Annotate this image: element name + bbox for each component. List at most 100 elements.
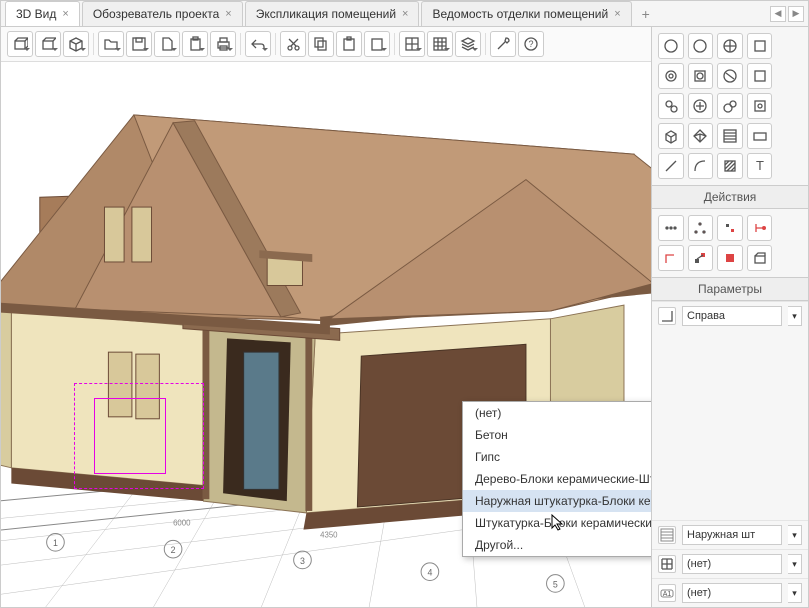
param-top: Справа ▾ (652, 301, 808, 330)
svg-text:T: T (756, 158, 764, 173)
tb-wrench[interactable] (490, 31, 516, 57)
actions-palette (652, 209, 808, 277)
svg-text:6000: 6000 (173, 519, 191, 528)
act-8[interactable] (747, 245, 773, 271)
svg-text:?: ? (528, 39, 533, 49)
tb-save[interactable] (126, 31, 152, 57)
tool-slab[interactable] (747, 123, 773, 149)
material-icon (658, 526, 676, 544)
tool-mat-7[interactable] (717, 63, 743, 89)
tool-mat-4[interactable] (747, 33, 773, 59)
tool-hatch[interactable] (717, 153, 743, 179)
tb-paste2[interactable] (364, 31, 390, 57)
param-material: Наружная шт ▾ (652, 520, 808, 549)
main-toolbar: ? (1, 27, 651, 62)
act-2[interactable] (688, 215, 714, 241)
tab-3d-view[interactable]: 3D Вид× (5, 1, 80, 26)
tab-scroll-right[interactable]: ▶ (788, 6, 804, 22)
param-grid-select[interactable]: (нет) (682, 554, 782, 574)
tool-text[interactable]: T (747, 153, 773, 179)
tb-grid2[interactable] (427, 31, 453, 57)
tool-mat-11[interactable] (717, 93, 743, 119)
tool-arc[interactable] (688, 153, 714, 179)
tool-mat-8[interactable] (747, 63, 773, 89)
tb-cube2[interactable] (63, 31, 89, 57)
viewport-3d[interactable]: 1 2 3 4 5 6000 4350 (1, 62, 651, 607)
dropdown-icon[interactable]: ▾ (788, 583, 802, 603)
tool-mat-9[interactable] (658, 93, 684, 119)
main-area: ? 1 2 3 4 5 (1, 27, 808, 607)
tb-undo[interactable] (245, 31, 271, 57)
orientation-icon (658, 307, 676, 325)
ctx-item-wood-blocks[interactable]: Дерево-Блоки керамические-Штукатурка (463, 468, 651, 490)
tab-room-finishing[interactable]: Ведомость отделки помещений × (421, 1, 631, 26)
tab-room-explication[interactable]: Экспликация помещений × (245, 1, 420, 26)
tb-help[interactable]: ? (518, 31, 544, 57)
tb-grid1[interactable] (399, 31, 425, 57)
tab-label: Экспликация помещений (256, 7, 396, 21)
svg-text:4350: 4350 (320, 530, 338, 539)
tab-label: Ведомость отделки помещений (432, 7, 608, 21)
tool-mat-12[interactable] (747, 93, 773, 119)
side-panel: T Действия Параметры Справа ▾ (652, 27, 808, 607)
tb-open[interactable] (98, 31, 124, 57)
ctx-item-concrete[interactable]: Бетон (463, 424, 651, 446)
section-params-header: Параметры (652, 277, 808, 301)
tool-mat-10[interactable] (688, 93, 714, 119)
tb-new-doc[interactable] (154, 31, 180, 57)
viewport-panel: ? 1 2 3 4 5 (1, 27, 652, 607)
tb-clipboard[interactable] (182, 31, 208, 57)
dropdown-icon[interactable]: ▾ (788, 554, 802, 574)
tool-mat-3[interactable] (717, 33, 743, 59)
tool-cube[interactable] (658, 123, 684, 149)
act-6[interactable] (688, 245, 714, 271)
dropdown-icon[interactable]: ▾ (788, 525, 802, 545)
close-icon[interactable]: × (225, 8, 231, 20)
act-1[interactable] (658, 215, 684, 241)
tb-layers[interactable] (455, 31, 481, 57)
tb-cut[interactable] (280, 31, 306, 57)
svg-text:1: 1 (53, 538, 58, 548)
act-4[interactable] (747, 215, 773, 241)
tb-paste[interactable] (336, 31, 362, 57)
tab-project-browser[interactable]: Обозреватель проекта × (82, 1, 243, 26)
param-tag-select[interactable]: (нет) (682, 583, 782, 603)
tab-scroll: ◀ ▶ (770, 6, 808, 22)
tool-mat-2[interactable] (688, 33, 714, 59)
tool-mat-1[interactable] (658, 33, 684, 59)
tab-bar: 3D Вид× Обозреватель проекта × Экспликаци… (1, 1, 808, 27)
close-icon[interactable]: × (62, 8, 68, 20)
act-5[interactable] (658, 245, 684, 271)
svg-text:4: 4 (427, 568, 432, 578)
close-icon[interactable]: × (614, 8, 620, 20)
tb-cube[interactable] (35, 31, 61, 57)
tab-add-button[interactable]: + (634, 6, 658, 22)
tool-palette: T (652, 27, 808, 185)
act-3[interactable] (717, 215, 743, 241)
tool-stairs[interactable] (717, 123, 743, 149)
tb-new-3d[interactable] (7, 31, 33, 57)
tool-octa[interactable] (688, 123, 714, 149)
tab-label: Обозреватель проекта (93, 7, 219, 21)
tool-line[interactable] (658, 153, 684, 179)
mouse-cursor-icon (551, 514, 651, 607)
act-7[interactable] (717, 245, 743, 271)
tag-icon: A1 (658, 584, 676, 602)
tb-print[interactable] (210, 31, 236, 57)
close-icon[interactable]: × (402, 8, 408, 20)
dropdown-icon[interactable]: ▾ (788, 306, 802, 326)
tb-copy[interactable] (308, 31, 334, 57)
param-material-select[interactable]: Наружная шт (682, 525, 782, 545)
param-top-select[interactable]: Справа (682, 306, 782, 326)
tab-scroll-left[interactable]: ◀ (770, 6, 786, 22)
tool-mat-6[interactable] (688, 63, 714, 89)
svg-text:2: 2 (171, 545, 176, 555)
tool-mat-5[interactable] (658, 63, 684, 89)
ctx-item-gypsum[interactable]: Гипс (463, 446, 651, 468)
param-grid: (нет) ▾ (652, 549, 808, 578)
grid-icon (658, 555, 676, 573)
section-actions-header: Действия (652, 185, 808, 209)
svg-text:A1: A1 (663, 591, 672, 598)
ctx-item-none[interactable]: (нет) (463, 402, 651, 424)
ctx-item-exterior-plaster[interactable]: Наружная штукатурка-Блоки керамические-Ш… (463, 490, 651, 512)
